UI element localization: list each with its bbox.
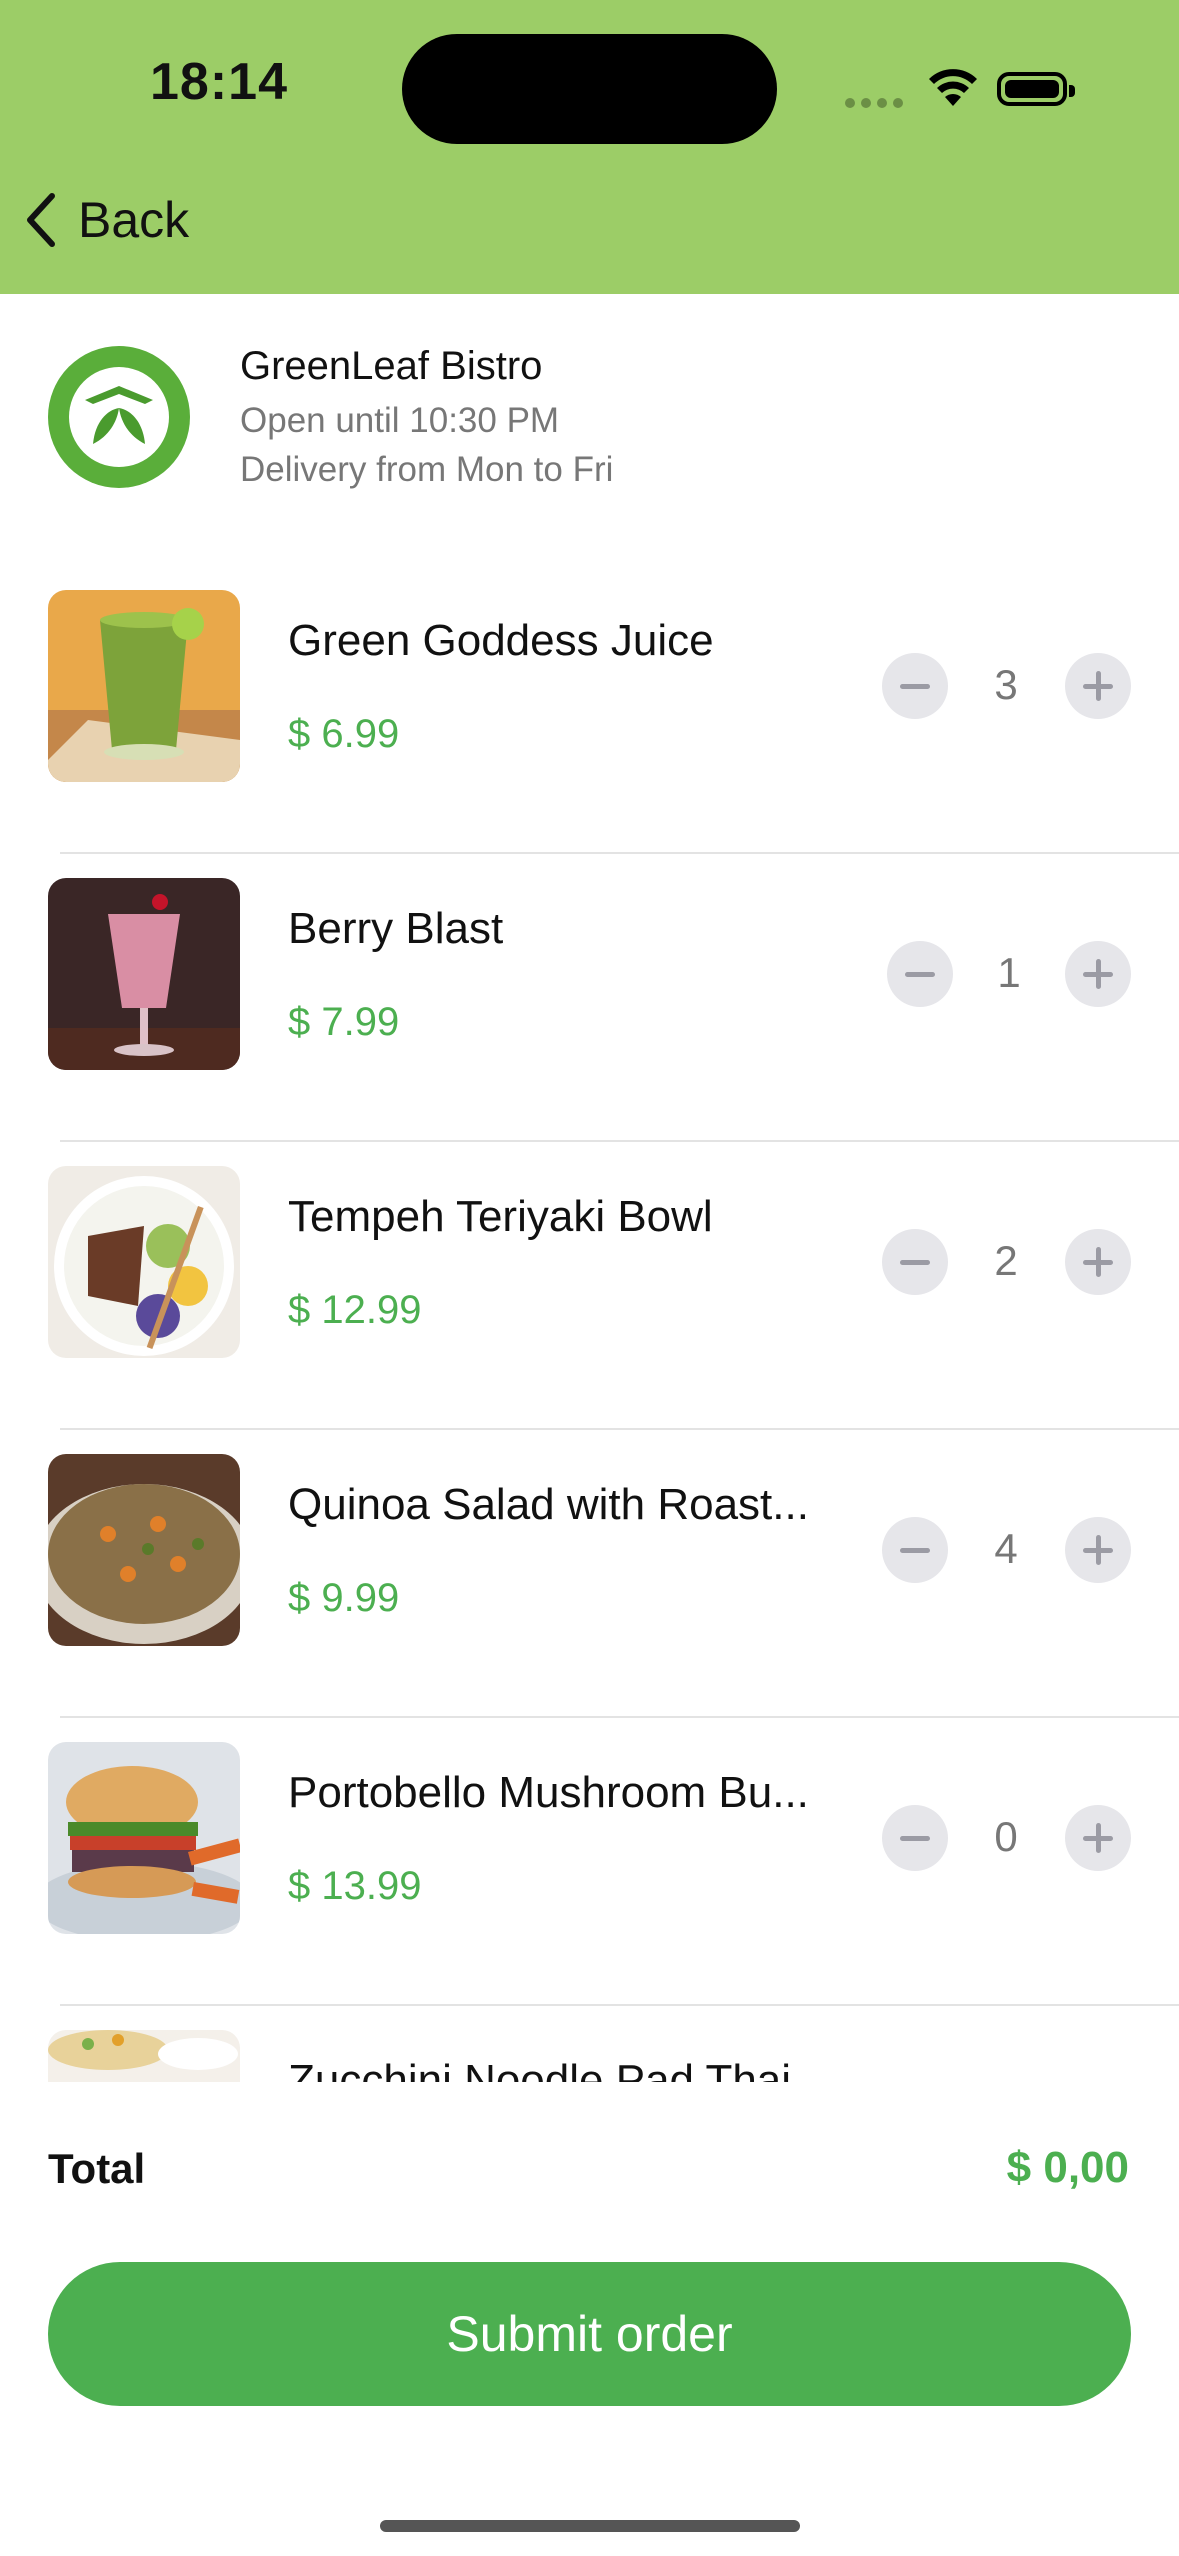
home-indicator <box>380 2520 800 2532</box>
list-item[interactable]: Tempeh Teriyaki Bowl $ 12.99 2 <box>0 1142 1179 1430</box>
list-item[interactable]: Quinoa Salad with Roast... $ 9.99 4 <box>0 1430 1179 1718</box>
item-price: $ 7.99 <box>288 1000 400 1044</box>
item-name: Tempeh Teriyaki Bowl <box>288 1192 713 1241</box>
increment-button[interactable] <box>1065 1805 1131 1871</box>
item-name: Zucchini Noodle Pad Thai <box>288 2056 792 2082</box>
status-time: 18:14 <box>150 53 288 111</box>
dynamic-island <box>402 34 777 144</box>
increment-button[interactable] <box>1065 653 1131 719</box>
quantity-value: 3 <box>994 661 1018 708</box>
item-price: $ 6.99 <box>288 712 400 756</box>
quantity-stepper[interactable]: 2 <box>882 1229 1142 1295</box>
decrement-button[interactable] <box>882 1805 948 1871</box>
menu-item-list[interactable]: Green Goddess Juice $ 6.99 3 Berry Blast… <box>0 566 1179 2082</box>
quantity-value: 2 <box>994 1237 1018 1284</box>
back-label: Back <box>78 192 190 248</box>
restaurant-name: GreenLeaf Bistro <box>240 344 543 388</box>
decrement-button[interactable] <box>887 941 953 1007</box>
minus-icon <box>905 971 935 977</box>
item-name: Quinoa Salad with Roast... <box>288 1480 809 1529</box>
item-name: Berry Blast <box>288 904 504 953</box>
item-thumbnail <box>48 590 240 782</box>
quantity-value: 1 <box>997 949 1021 996</box>
quantity-stepper[interactable]: 0 <box>882 1805 1142 1871</box>
restaurant-logo <box>48 346 190 488</box>
item-thumbnail <box>48 2030 240 2082</box>
chevron-left-icon <box>27 193 55 247</box>
decrement-button[interactable] <box>882 1229 948 1295</box>
list-item[interactable]: Zucchini Noodle Pad Thai <box>0 2006 1179 2082</box>
restaurant-hours: Open until 10:30 PM <box>240 401 560 440</box>
submit-order-button[interactable]: Submit order <box>48 2262 1131 2406</box>
back-button[interactable]: Back <box>20 190 189 250</box>
item-thumbnail <box>48 1166 240 1358</box>
increment-button[interactable] <box>1065 1517 1131 1583</box>
decrement-button[interactable] <box>882 1517 948 1583</box>
minus-icon <box>900 683 930 689</box>
restaurant-delivery: Delivery from Mon to Fri <box>240 450 614 489</box>
quantity-stepper[interactable]: 1 <box>887 941 1147 1007</box>
increment-button[interactable] <box>1065 1229 1131 1295</box>
total-value: $ 0,00 <box>1006 2143 1129 2192</box>
quantity-value: 4 <box>994 1525 1018 1572</box>
battery-icon <box>997 72 1075 106</box>
decrement-button[interactable] <box>882 653 948 719</box>
item-name: Green Goddess Juice <box>288 616 714 665</box>
quantity-stepper[interactable]: 4 <box>882 1517 1142 1583</box>
status-icons <box>845 62 1085 112</box>
quantity-value: 0 <box>994 1813 1018 1860</box>
list-item[interactable]: Portobello Mushroom Bu... $ 13.99 0 <box>0 1718 1179 2006</box>
list-item[interactable]: Green Goddess Juice $ 6.99 3 <box>0 566 1179 854</box>
total-label: Total <box>48 2145 146 2192</box>
minus-icon <box>900 1259 930 1265</box>
quantity-stepper[interactable]: 3 <box>882 653 1142 719</box>
minus-icon <box>900 1547 930 1553</box>
leaf-logo-icon <box>85 386 153 444</box>
item-thumbnail <box>48 878 240 1070</box>
item-price: $ 13.99 <box>288 1864 422 1908</box>
item-thumbnail <box>48 1742 240 1934</box>
minus-icon <box>900 1835 930 1841</box>
item-price: $ 9.99 <box>288 1576 400 1620</box>
list-item[interactable]: Berry Blast $ 7.99 1 <box>0 854 1179 1142</box>
header: 18:14 Back <box>0 0 1179 294</box>
signal-icon <box>845 98 903 108</box>
item-name: Portobello Mushroom Bu... <box>288 1768 809 1817</box>
item-price: $ 12.99 <box>288 1288 422 1332</box>
wifi-icon <box>929 69 977 106</box>
item-thumbnail <box>48 1454 240 1646</box>
increment-button[interactable] <box>1065 941 1131 1007</box>
